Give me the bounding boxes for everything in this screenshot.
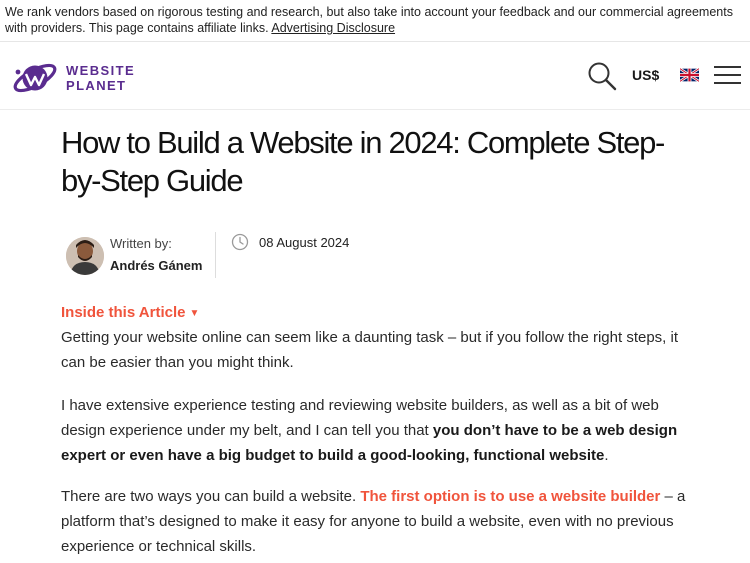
written-by-label: Written by: <box>110 236 172 251</box>
paragraph-2-end: . <box>604 447 609 464</box>
logo-wordmark: WEBSITE PLANET <box>66 63 135 93</box>
hamburger-menu-icon[interactable] <box>714 65 741 85</box>
logo-line-2: PLANET <box>66 78 127 93</box>
paragraph-3: There are two ways you can build a websi… <box>61 484 697 559</box>
paragraph-1: Getting your website online can seem lik… <box>61 329 679 371</box>
avatar[interactable] <box>66 237 104 275</box>
website-planet-logo[interactable]: WEBSITE PLANET <box>10 58 135 98</box>
uk-flag-icon[interactable] <box>680 68 699 82</box>
planet-logo-icon <box>13 63 57 93</box>
page-title: How to Build a Website in 2024: Complete… <box>61 125 665 198</box>
advertising-disclosure-link[interactable]: Advertising Disclosure <box>271 21 395 35</box>
clock-icon <box>231 233 249 251</box>
author-name[interactable]: Andrés Gánem <box>110 258 202 273</box>
currency-selector[interactable]: US$ <box>632 67 659 83</box>
caret-down-icon: ▼ <box>189 308 200 319</box>
inside-this-article-toggle[interactable]: Inside this Article ▼ <box>61 304 199 321</box>
website-builder-link[interactable]: The first option is to use a website bui… <box>360 488 660 505</box>
paragraph-3-start: There are two ways you can build a websi… <box>61 488 361 505</box>
search-icon[interactable] <box>586 60 618 92</box>
toc-label: Inside this Article <box>61 304 186 321</box>
site-header: WEBSITE PLANET US$ <box>0 42 750 110</box>
logo-line-1: WEBSITE <box>66 63 136 78</box>
paragraph-2: I have extensive experience testing and … <box>61 393 697 468</box>
disclosure-banner: We rank vendors based on rigorous testin… <box>0 0 750 42</box>
meta-divider <box>215 232 216 278</box>
date-text: 08 August 2024 <box>259 235 350 250</box>
